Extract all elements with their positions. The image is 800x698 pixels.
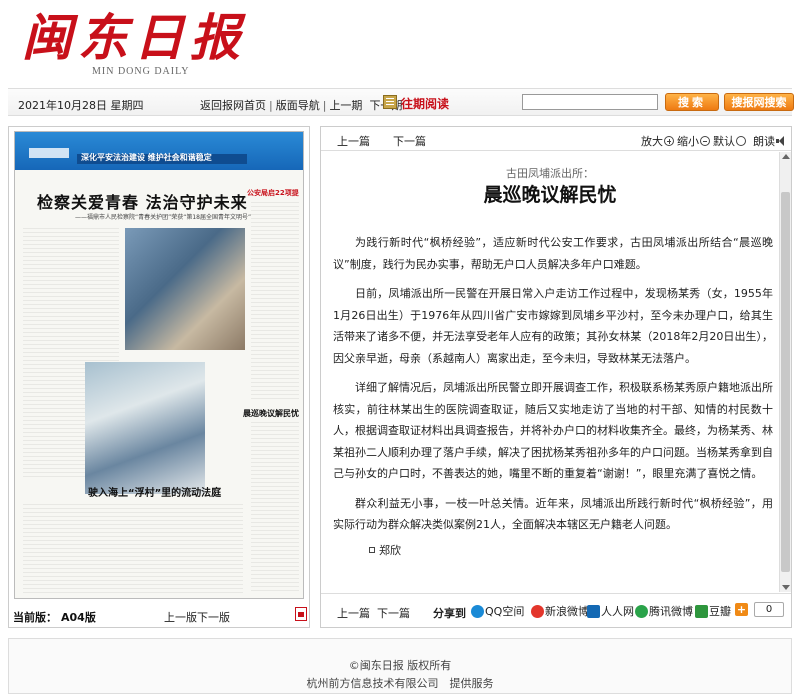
nav-separator: | (269, 99, 273, 112)
pdf-icon[interactable] (295, 607, 307, 621)
douban-icon (695, 605, 708, 618)
prev-article-link[interactable]: 上一篇 (337, 133, 370, 149)
share-qzone-button[interactable]: QQ空间 (471, 603, 524, 619)
top-navbar: 2021年10月28日 星期四 返回报网首页|版面导航|上一期 下一期 往期阅读… (8, 88, 794, 116)
share-label: 分享到 (433, 607, 466, 620)
scroll-thumb[interactable] (781, 192, 790, 572)
logo-chinese: 闽东日报 (22, 8, 246, 67)
slogan-text: 深化平安法治建设 维护社会和谐稳定 (81, 153, 212, 162)
zoom-default-button[interactable]: 默认 (713, 133, 746, 149)
share-renren-button[interactable]: 人人网 (587, 603, 634, 619)
share-more-button[interactable]: + (735, 603, 748, 616)
preview-headline-main[interactable]: 检察关爱青春 法治守护未来 (37, 189, 248, 213)
nav-separator: | (322, 99, 327, 112)
search-input[interactable] (522, 94, 658, 110)
current-date: 2021年10月28日 星期四 (18, 99, 144, 112)
preview-headline-sub: ——福鼎市人民检察院“青春关护团”荣获“第18届全国青年文明号” (75, 214, 252, 221)
share-douban-label: 豆瓣 (709, 605, 731, 618)
qzone-icon (471, 605, 484, 618)
speaker-icon (776, 136, 786, 146)
page-preview-panel: 深化平安法治建设 维护社会和谐稳定 检察关爱青春 法治守护未来 ——福鼎市人民检… (8, 126, 310, 628)
text-column (251, 422, 299, 592)
preview-headline-top-right[interactable]: 公安局启22项提 (247, 188, 299, 198)
copyright-text: ©闽东日报 版权所有 (348, 659, 452, 672)
zoom-in-label: 放大 (641, 135, 663, 148)
author-name: 郑欣 (379, 543, 401, 557)
provider-text: 杭州前方信息技术有限公司 提供服务 (306, 677, 494, 690)
zoom-default-label: 默认 (713, 135, 735, 148)
preview-headline-side[interactable]: 晨巡晚议解民忧 (243, 408, 299, 419)
preview-headline-second[interactable]: 驶入海上“浮村”里的流动法庭 (88, 484, 221, 499)
preview-photo (85, 362, 205, 494)
article-paragraph: 群众利益无小事，一枝一叶总关情。近年来，凤埔派出所践行新时代“枫桥经验”，用实际… (333, 496, 773, 532)
zoom-out-icon (700, 136, 710, 146)
edition-label: 当前版： (13, 611, 57, 624)
article-pre-title: 古田凤埔派出所： (506, 167, 594, 180)
reset-icon (736, 136, 746, 146)
page-footer: ©闽东日报 版权所有 杭州前方信息技术有限公司 提供服务 (8, 638, 792, 694)
article-author: 郑欣 (333, 540, 773, 562)
next-article-link[interactable]: 下一篇 (393, 133, 426, 149)
section-tag (29, 148, 69, 158)
share-qzone-label: QQ空间 (485, 605, 525, 618)
prev-issue-link[interactable]: 上一期 (329, 99, 362, 112)
share-count: 0 (754, 602, 784, 617)
past-reading-link[interactable]: 往期阅读 (401, 95, 449, 112)
scroll-up-icon[interactable] (782, 154, 790, 159)
share-toolbar: 上一篇 下一篇 分享到 QQ空间 新浪微博 人人网 腾讯微博 豆瓣 + 0 (321, 593, 791, 627)
sina-weibo-icon (531, 605, 544, 618)
share-renren-label: 人人网 (601, 605, 634, 618)
article-paragraph: 日前，凤埔派出所一民警在开展日常入户走访工作过程中，发现杨某秀（女，1955年1… (333, 287, 773, 365)
share-sina-weibo-button[interactable]: 新浪微博 (531, 603, 589, 619)
tencent-weibo-icon (635, 605, 648, 618)
share-douban-button[interactable]: 豆瓣 (695, 603, 731, 619)
text-column (23, 504, 243, 594)
read-aloud-label: 朗读 (753, 135, 775, 148)
nav-links: 返回报网首页|版面导航|上一期 下一期 (200, 97, 402, 113)
prev-article-link-bottom[interactable]: 上一篇 (337, 605, 370, 621)
text-column (251, 202, 299, 402)
site-logo[interactable]: 闽东日报 MIN DONG DAILY (18, 6, 258, 84)
article-paragraph: 为践行新时代“枫桥经验”，适应新时代公安工作要求，古田凤埔派出所结合“晨巡晚议”… (333, 236, 773, 271)
zoom-in-icon (664, 136, 674, 146)
next-page-link[interactable]: 下一版 (197, 609, 230, 625)
scroll-down-icon[interactable] (782, 585, 790, 590)
share-tencent-weibo-button[interactable]: 腾讯微博 (635, 603, 693, 619)
article-body: 为践行新时代“枫桥经验”，适应新时代公安工作要求，古田凤埔派出所结合“晨巡晚议”… (333, 232, 773, 561)
article-panel: 上一篇 下一篇 放大 缩小 默认 朗读 古田凤埔派出所： 晨巡晚议解民忧 为践行… (320, 126, 792, 628)
article-toolbar: 上一篇 下一篇 放大 缩小 默认 朗读 (321, 127, 791, 151)
zoom-out-button[interactable]: 缩小 (677, 133, 710, 149)
share-sina-weibo-label: 新浪微博 (545, 605, 589, 618)
section-nav-link[interactable]: 版面导航 (276, 99, 320, 112)
share-tencent-weibo-label: 腾讯微博 (649, 605, 693, 618)
renren-icon (587, 605, 600, 618)
edition-value: A04版 (61, 611, 96, 624)
preview-photo (125, 228, 245, 350)
newspaper-page-thumbnail[interactable]: 深化平安法治建设 维护社会和谐稳定 检察关爱青春 法治守护未来 ——福鼎市人民检… (14, 131, 304, 599)
zoom-in-button[interactable]: 放大 (641, 133, 674, 149)
next-article-link-bottom[interactable]: 下一篇 (377, 605, 410, 621)
home-link[interactable]: 返回报网首页 (200, 99, 266, 112)
article-scrollbar[interactable] (779, 152, 791, 592)
prev-page-link[interactable]: 上一版 (164, 609, 197, 625)
read-aloud-button[interactable]: 朗读 (753, 133, 786, 149)
zoom-out-label: 缩小 (677, 135, 699, 148)
article-paragraph: 详细了解情况后，凤埔派出所民警立即开展调查工作，积极联系杨某秀原户籍地派出所核实… (333, 381, 773, 480)
author-marker-icon (369, 546, 375, 553)
calendar-icon (383, 95, 397, 109)
search-button[interactable]: 搜索 (665, 93, 719, 111)
net-search-button[interactable]: 搜报网搜索 (724, 93, 794, 111)
article-title: 晨巡晚议解民忧 (483, 184, 617, 206)
article-content: 古田凤埔派出所： 晨巡晚议解民忧 为践行新时代“枫桥经验”，适应新时代公安工作要… (321, 152, 779, 592)
logo-english: MIN DONG DAILY (92, 66, 190, 77)
